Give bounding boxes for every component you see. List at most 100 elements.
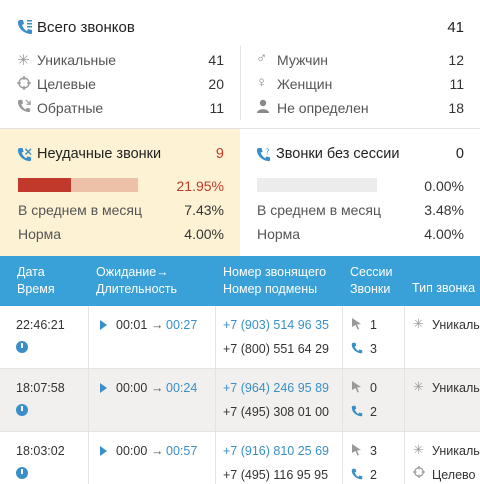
session-count: 1 (370, 318, 377, 332)
call-count: 2 (370, 405, 377, 419)
header-sessions-calls[interactable]: Сессии Звонки (350, 264, 392, 298)
no-session-count: 0 (455, 146, 464, 162)
no-session-norm-value: 4.00% (424, 226, 464, 242)
clock-icon[interactable] (16, 404, 28, 416)
column-divider (342, 306, 343, 369)
failed-norm-value: 4.00% (184, 226, 224, 242)
call-time: 18:07:58 (16, 381, 65, 395)
undefined-value: 18 (448, 100, 464, 116)
unique-value: 41 (208, 52, 224, 68)
caller-number[interactable]: +7 (964) 246 95 89 (223, 381, 329, 395)
no-session-percent: 0.00% (424, 178, 464, 194)
table-row[interactable]: 22:46:21 00:01 → 00:27 +7 (903) 514 96 35 +7 … (0, 306, 480, 369)
target-icon (17, 76, 31, 93)
failed-avg-value: 7.43% (184, 202, 224, 218)
duration-arrow: → (151, 318, 164, 332)
male-icon: ♂ (256, 50, 268, 67)
header-date-time[interactable]: Дата Время (17, 264, 55, 298)
call-duration: 00:27 (166, 318, 198, 332)
duration-arrow: → (151, 381, 164, 395)
female-value: 11 (449, 76, 464, 92)
header-numbers[interactable]: Номер звонящего Номер подмены (223, 264, 326, 298)
male-value: 12 (448, 52, 464, 68)
callback-value: 11 (209, 100, 224, 116)
male-label: Мужчин (277, 52, 329, 68)
caller-number[interactable]: +7 (916) 810 25 69 (223, 444, 329, 458)
call-time: 18:03:02 (16, 444, 65, 458)
column-divider (88, 306, 89, 369)
person-icon (256, 99, 270, 116)
failed-calls-title: Неудачные звонки (37, 146, 162, 162)
call-duration: 00:24 (166, 381, 198, 395)
callback-label: Обратные (37, 100, 104, 116)
session-count: 3 (370, 444, 377, 458)
unique-label: Уникальные (37, 52, 117, 68)
failed-progress-fill (18, 178, 71, 192)
call-type: Уникаль (432, 444, 480, 458)
clock-icon[interactable] (16, 341, 28, 353)
column-divider (215, 306, 216, 369)
call-type: Уникаль (432, 381, 480, 395)
replacement-number: +7 (800) 551 64 29 (223, 342, 329, 356)
phone-list-icon (18, 20, 32, 34)
target-label: Целевые (37, 76, 96, 92)
call-time: 22:46:21 (16, 318, 65, 332)
column-divider (88, 369, 89, 432)
undefined-label: Не определен (277, 100, 369, 116)
wait-time: 00:00 (116, 444, 148, 458)
play-icon[interactable] (100, 320, 107, 330)
call-count: 2 (370, 468, 377, 482)
asterisk-icon: ✳ (17, 52, 30, 69)
column-divider (404, 369, 405, 432)
summary-divider (240, 46, 241, 120)
failed-call-icon (17, 147, 32, 162)
call-type: Целево (432, 468, 476, 482)
target-value: 20 (208, 76, 224, 92)
failed-avg-label: В среднем в месяц (18, 202, 143, 218)
phone-icon (351, 404, 363, 420)
call-duration: 00:57 (166, 444, 198, 458)
no-session-call-icon: ? (256, 148, 271, 162)
no-session-progress-bar (257, 178, 377, 192)
female-label: Женщин (277, 76, 333, 92)
phone-icon (351, 341, 363, 357)
total-calls-value: 41 (447, 19, 464, 36)
asterisk-icon: ✳ (413, 379, 424, 394)
call-type: Уникаль (432, 318, 480, 332)
asterisk-icon: ✳ (413, 442, 424, 457)
replacement-number: +7 (495) 116 95 95 (223, 468, 329, 482)
target-icon (413, 466, 425, 481)
wait-time: 00:01 (116, 318, 148, 332)
total-calls-label: Всего звонков (37, 19, 135, 36)
table-row[interactable]: 18:07:58 00:00 → 00:24 +7 (964) 246 95 89 +7 … (0, 369, 480, 432)
cursor-icon (351, 443, 362, 459)
cursor-icon (351, 380, 362, 396)
failed-percent: 21.95% (176, 178, 224, 194)
caller-number[interactable]: +7 (903) 514 96 35 (223, 318, 329, 332)
header-wait-duration[interactable]: Ожидание→ Длительность (96, 264, 177, 298)
no-session-panel: ? Звонки без сессии 0 0.00% В среднем в … (240, 129, 480, 256)
play-icon[interactable] (100, 383, 107, 393)
column-divider (404, 432, 405, 484)
callback-icon (17, 99, 31, 116)
no-session-avg-value: 3.48% (424, 202, 464, 218)
no-session-norm-label: Норма (257, 226, 301, 242)
call-count: 3 (370, 342, 377, 356)
play-icon[interactable] (100, 446, 107, 456)
column-divider (215, 369, 216, 432)
no-session-title: Звонки без сессии (276, 146, 400, 162)
duration-arrow: → (151, 444, 164, 458)
female-icon: ♀ (256, 74, 268, 91)
session-count: 0 (370, 381, 377, 395)
header-call-type[interactable]: Тип звонка (412, 280, 475, 297)
column-divider (342, 369, 343, 432)
failed-norm-label: Норма (18, 226, 62, 242)
asterisk-icon: ✳ (413, 316, 424, 331)
svg-text:?: ? (265, 148, 269, 157)
table-row[interactable]: 18:03:02 00:00 → 00:57 +7 (916) 810 25 69 +7 … (0, 432, 480, 484)
clock-icon[interactable] (16, 467, 28, 479)
failed-calls-count: 9 (215, 146, 224, 162)
replacement-number: +7 (495) 308 01 00 (223, 405, 329, 419)
failed-progress-bar (18, 178, 138, 192)
column-divider (215, 432, 216, 484)
